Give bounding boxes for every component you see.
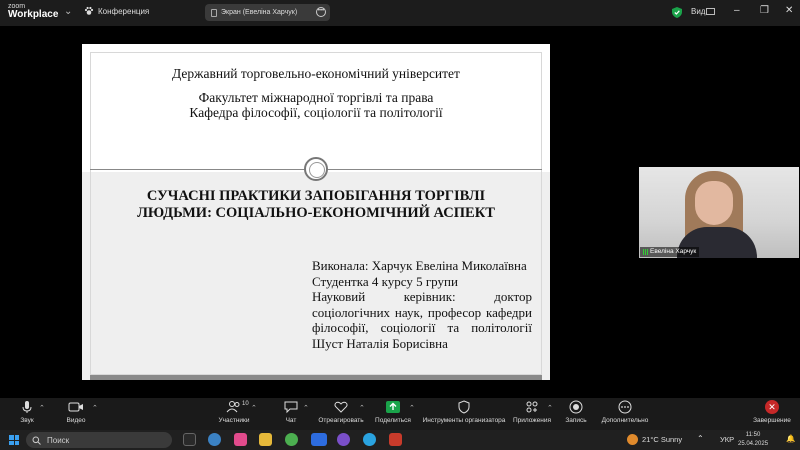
presentation-topic: СУЧАСНІ ПРАКТИКИ ЗАПОБІГАННЯ ТОРГІВЛІ ЛЮ… — [122, 188, 510, 222]
task-view-icon[interactable] — [183, 433, 196, 446]
microphone-icon — [22, 401, 32, 413]
system-clock[interactable]: 11:50 25.04.2025 — [738, 431, 768, 449]
shared-slide: Державний торговельно-економічний універ… — [82, 44, 550, 380]
restore-icon[interactable]: ❐ — [760, 5, 769, 16]
chrome-icon[interactable] — [285, 433, 298, 446]
audio-label: Звук — [20, 417, 34, 424]
participants-label: Участники — [218, 417, 250, 424]
author-info: Виконала: Харчук Евеліна Миколаївна Студ… — [312, 258, 532, 351]
view-menu[interactable]: Вид — [691, 7, 705, 16]
chat-icon — [284, 401, 298, 414]
author-line: Виконала: Харчук Евеліна Миколаївна — [312, 258, 527, 273]
minimize-icon[interactable]: – — [734, 5, 740, 16]
supervisor-line-1: Науковий керівник: доктор — [312, 289, 532, 304]
video-label: Видео — [66, 417, 86, 424]
copilot-icon[interactable] — [234, 433, 247, 446]
meeting-label: Конференция — [98, 6, 150, 16]
security-shield-icon[interactable] — [672, 7, 682, 18]
supervisor-line-4: Шуст Наталія Борисівна — [312, 335, 448, 351]
weather-text[interactable]: 21°C Sunny — [642, 435, 682, 444]
chat-caret-icon[interactable]: ⌃ — [303, 404, 309, 412]
language-indicator[interactable]: УКР — [720, 435, 734, 444]
share-screen-icon — [386, 401, 400, 413]
department-name: Кафедра філософії, соціології та політол… — [189, 105, 443, 120]
search-placeholder: Поиск — [47, 435, 70, 445]
close-icon[interactable]: ✕ — [785, 5, 793, 16]
university-name: Державний торговельно-економічний універ… — [172, 66, 460, 81]
zoom-app-window: zoom Workplace ⌄ Конференция Экран (Евел… — [0, 0, 800, 450]
video-caret-icon[interactable]: ⌃ — [92, 404, 98, 412]
video-button[interactable]: Видео ⌃ — [46, 400, 106, 424]
view-grid-icon[interactable] — [706, 8, 715, 15]
participant-face — [695, 181, 733, 225]
slide-circle-ornament — [304, 157, 328, 181]
heart-icon — [334, 401, 348, 413]
clock-time: 11:50 — [745, 432, 761, 438]
more-options-icon[interactable]: ••• — [316, 7, 326, 17]
end-meeting-button[interactable]: ✕ Завершение — [742, 400, 800, 424]
windows-start-icon[interactable] — [9, 435, 19, 445]
windows-taskbar: Поиск 21°C Sunny ⌃ УКР 11:50 25.04.2025 … — [0, 430, 800, 450]
more-button[interactable]: Дополнительно — [595, 400, 655, 424]
logo-big-text: Workplace — [8, 9, 59, 20]
record-icon — [569, 400, 583, 414]
participant-name: Евеліна Харчук — [650, 248, 697, 255]
share-label: Экран (Евеліна Харчук) — [221, 9, 298, 16]
more-icon — [618, 400, 632, 414]
topic-line-1: СУЧАСНІ ПРАКТИКИ ЗАПОБІГАННЯ ТОРГІВЛІ — [146, 188, 486, 204]
host-tools-button[interactable]: Инструменты организатора — [421, 400, 507, 424]
participants-caret-icon[interactable]: ⌃ — [251, 404, 257, 412]
end-label: Завершение — [753, 417, 791, 424]
more-label: Дополнительно — [601, 417, 649, 424]
react-button[interactable]: Отреагировать ⌃ — [311, 400, 371, 424]
signal-bars-icon — [643, 249, 648, 255]
participant-name-tag: Евеліна Харчук — [640, 247, 700, 257]
topic-line-2: ЛЮДЬМИ: СОЦІАЛЬНО-ЕКОНОМІЧНИЙ АСПЕКТ — [137, 205, 495, 221]
camera-icon — [68, 402, 83, 412]
edge-icon[interactable] — [208, 433, 221, 446]
react-label: Отреагировать — [318, 417, 364, 424]
participant-video-tile[interactable]: Евеліна Харчук — [639, 167, 799, 258]
host-tools-label: Инструменты организатора — [422, 417, 506, 424]
notification-icon[interactable]: 🔔 — [786, 434, 795, 443]
title-bar: zoom Workplace ⌄ Конференция Экран (Евел… — [0, 0, 800, 26]
zoom-logo: zoom Workplace — [8, 3, 58, 20]
student-line: Студентка 4 курсу 5 групи — [312, 273, 458, 289]
meeting-menu[interactable]: Конференция — [84, 6, 149, 16]
viber-icon[interactable] — [337, 433, 350, 446]
weather-icon[interactable] — [627, 434, 638, 445]
screen-share-indicator[interactable]: Экран (Евеліна Харчук) ••• — [205, 4, 330, 21]
file-explorer-icon[interactable] — [259, 433, 272, 446]
powerpoint-icon[interactable] — [389, 433, 402, 446]
screen-icon — [211, 8, 217, 17]
faculty-name: Факультет міжнародної торгівлі та права — [198, 90, 434, 105]
participants-icon — [226, 401, 240, 413]
taskbar-search[interactable]: Поиск — [26, 432, 172, 448]
clock-date: 25.04.2025 — [738, 441, 769, 447]
shield-tools-icon — [458, 400, 470, 414]
meeting-toolbar: Звук ⌃ Видео ⌃ 10 Участники ⌃ Чат ⌃ Отре… — [0, 398, 800, 430]
share-screen-button[interactable]: Поделиться ⌃ — [363, 400, 423, 424]
record-label: Запись — [565, 417, 587, 424]
participants-count: 10 — [242, 401, 249, 407]
chevron-down-icon[interactable]: ⌄ — [64, 6, 72, 17]
search-icon — [32, 436, 41, 445]
zoom-taskbar-icon[interactable] — [311, 433, 327, 446]
share-label-toolbar: Поделиться — [375, 417, 411, 424]
chat-label: Чат — [285, 417, 297, 424]
participants-button[interactable]: 10 Участники ⌃ — [204, 400, 264, 424]
supervisor-line-2: соціологічних наук, професор кафедри — [312, 304, 532, 320]
audio-caret-icon[interactable]: ⌃ — [39, 404, 45, 412]
supervisor-line-3: філософії, соціології та політології — [312, 320, 532, 335]
tray-chevron-icon[interactable]: ⌃ — [697, 434, 704, 443]
share-caret-icon[interactable]: ⌃ — [409, 404, 415, 412]
end-call-icon: ✕ — [765, 400, 779, 414]
slide-bottom-bar — [90, 375, 542, 380]
telegram-icon[interactable] — [363, 433, 376, 446]
paw-icon — [84, 6, 94, 15]
apps-icon — [526, 401, 538, 413]
